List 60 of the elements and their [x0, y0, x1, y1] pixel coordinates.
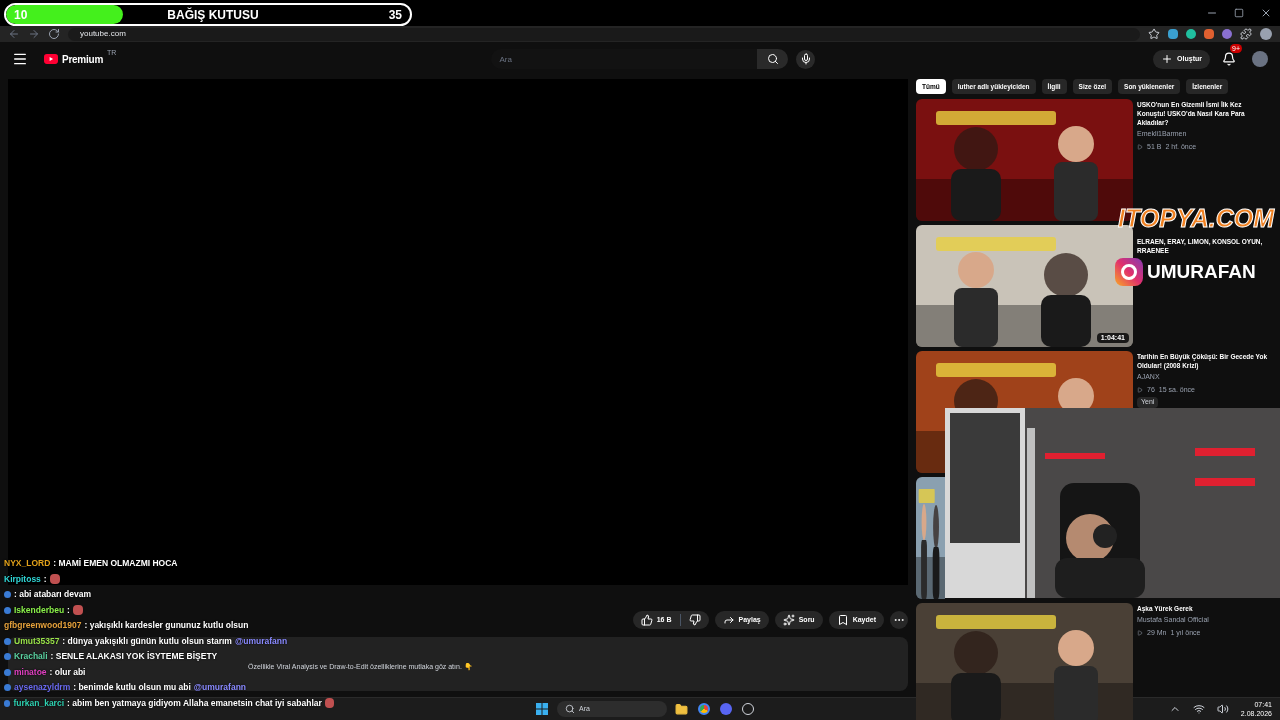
microphone-icon [799, 53, 812, 65]
views-icon [1137, 143, 1143, 150]
logo-text[interactable]: Premium [62, 51, 104, 67]
bookmark-icon [836, 614, 849, 626]
close-icon[interactable] [1260, 7, 1272, 19]
folder-icon[interactable] [675, 702, 688, 716]
search-icon [766, 53, 779, 65]
sponsor-logo: ITOPYA.COM [1118, 203, 1275, 233]
profile-avatar[interactable] [1260, 28, 1272, 40]
search-icon [565, 704, 575, 714]
maximize-icon[interactable] [1234, 8, 1244, 18]
views-icon [1137, 386, 1143, 393]
chat-message: : abim ben yatmaya gidiyom Allaha emanetsin chat iyi sabahlar [67, 696, 322, 710]
reload-icon[interactable] [48, 28, 60, 40]
chat-mention: @umurafann [234, 634, 288, 648]
account-avatar[interactable] [1252, 51, 1268, 67]
donation-current: 10 [14, 6, 28, 24]
browser-app-icon[interactable] [698, 703, 710, 715]
chat-username: Iskenderbeu [14, 603, 65, 617]
thumbs-down-icon [688, 614, 701, 626]
chat-message: : [43, 572, 47, 586]
chat-message: : olur abi [49, 665, 86, 679]
chat-username: Krachali [14, 650, 48, 664]
chat-message: : [67, 603, 70, 617]
notifications-icon[interactable] [1222, 52, 1236, 66]
chat-username: Umut35357 [14, 634, 60, 648]
chat-username: furkan_karci [13, 696, 64, 710]
chat-message: : yakışıklı kardesler gununuz kutlu olsun [84, 619, 249, 633]
address-field[interactable]: youtube.com [68, 27, 1140, 41]
chat-message: : benimde kutlu olsun mu abi [73, 681, 191, 695]
voice-search-button[interactable] [796, 49, 816, 69]
share-icon [722, 614, 735, 626]
chat-username: minatoe [14, 665, 47, 679]
chat-username: aysenazyldrm [14, 681, 71, 695]
instagram-handle: UMURAFAN [1147, 261, 1256, 283]
search-button[interactable] [757, 49, 789, 69]
menu-icon[interactable] [12, 51, 28, 67]
chat-message: : MAMİ EMEN OLMAZMI HOCA [53, 557, 178, 571]
plus-icon [1161, 53, 1174, 65]
extensions-icon[interactable] [1240, 28, 1252, 40]
chat-username: Kirpitoss [4, 572, 41, 586]
play-logo-icon[interactable] [44, 54, 58, 64]
network-icon[interactable] [1192, 703, 1205, 715]
chat-app-icon[interactable] [720, 703, 732, 715]
sparkle-icon [782, 614, 795, 626]
chat-message: : abi atabarı devam [14, 588, 91, 602]
views-icon [1137, 629, 1143, 636]
chat-username: NYX_LORD [4, 557, 51, 571]
chat-message: : SENLE ALAKASI YOK İSYTEME BİŞETY [50, 650, 218, 664]
chat-mention: @umurafann [193, 681, 247, 695]
chat-username: gfbgreenwood1907 [4, 619, 82, 633]
bookmark-star-icon[interactable] [1148, 28, 1160, 40]
chat-message: : dünya yakışıklı günün kutlu olsun starım [62, 634, 232, 648]
donation-goal: 35 [388, 6, 402, 24]
more-button[interactable] [890, 611, 908, 629]
donation-title: BAĞIŞ KUTUSU [167, 6, 259, 24]
volume-icon[interactable] [1216, 703, 1229, 715]
start-icon[interactable] [536, 703, 548, 715]
instagram-icon [1115, 258, 1143, 286]
thumbs-up-icon [640, 614, 653, 626]
